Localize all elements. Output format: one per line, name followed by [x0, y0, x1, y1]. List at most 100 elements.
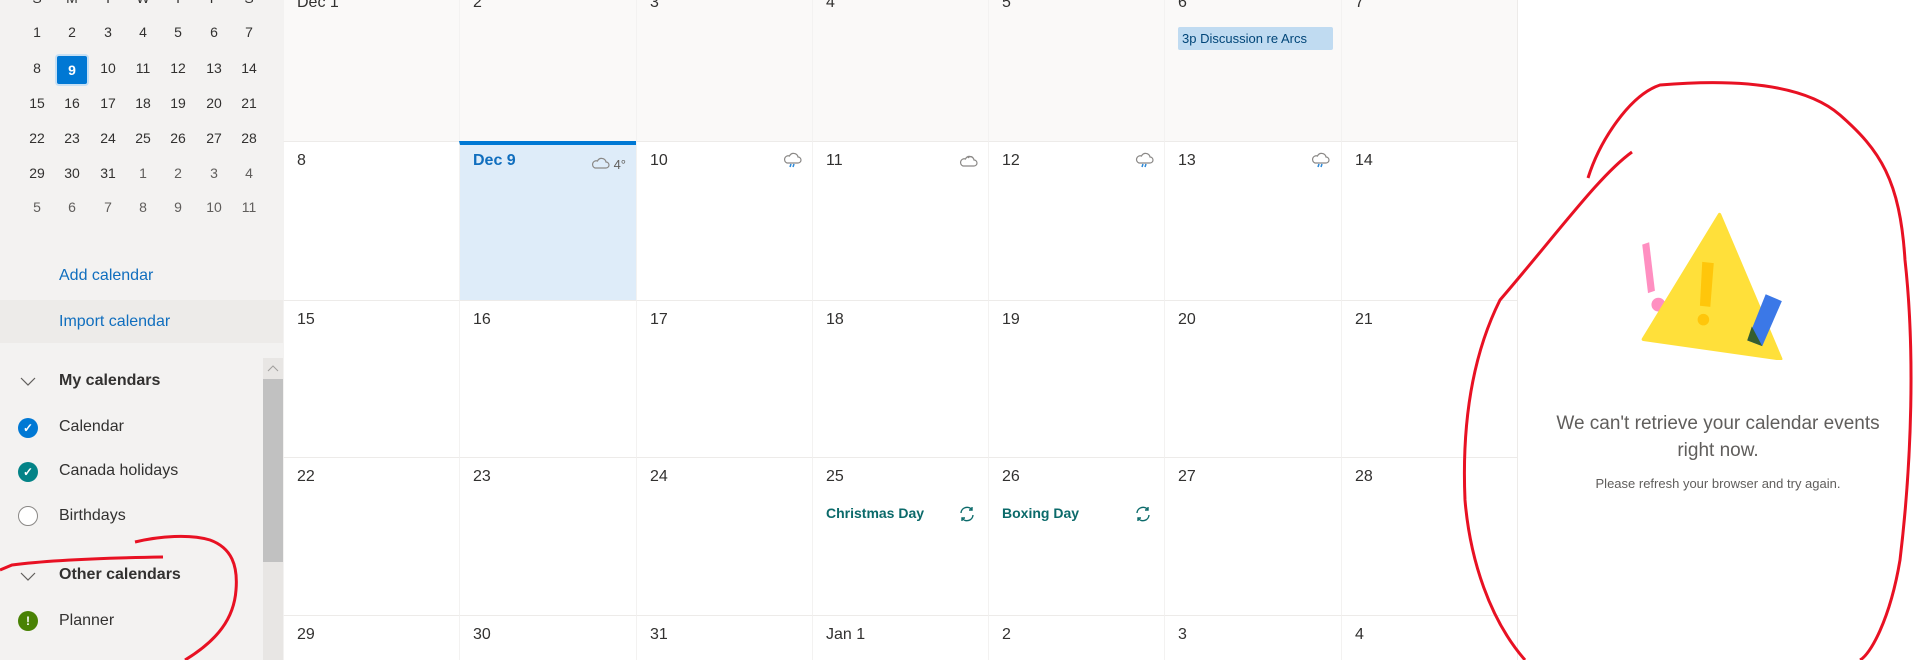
mini-calendar-day[interactable]: 30 [57, 165, 87, 181]
mini-calendar-day[interactable]: 25 [128, 130, 158, 146]
day-cell[interactable]: 21 [1341, 300, 1517, 457]
calendar-item-planner[interactable]: Planner [59, 612, 114, 630]
day-cell[interactable]: 6 3p Discussion re Arcs [1164, 0, 1341, 141]
day-cell[interactable]: 26 Boxing Day [988, 457, 1165, 615]
mini-calendar-day[interactable]: 8 [22, 60, 52, 76]
mini-calendar-day[interactable]: 5 [163, 24, 193, 40]
mini-calendar-day[interactable]: 3 [199, 165, 229, 181]
calendar-item-canada-holidays[interactable]: Canada holidays [59, 462, 178, 480]
mini-calendar-day[interactable]: 3 [93, 24, 123, 40]
day-cell[interactable]: 19 [988, 300, 1165, 457]
mini-calendar-day[interactable]: 9 [163, 199, 193, 215]
mini-calendar-day[interactable]: 11 [234, 199, 264, 215]
day-cell[interactable]: 13 [1164, 141, 1341, 300]
mini-calendar-day[interactable]: 17 [93, 95, 123, 111]
day-cell[interactable]: Dec 9 4° [459, 141, 636, 300]
my-calendars-header[interactable]: My calendars [59, 372, 160, 390]
mini-calendar-day[interactable]: 5 [22, 199, 52, 215]
mini-calendar-day[interactable]: 13 [199, 60, 229, 76]
birthdays-checkbox-icon[interactable] [18, 506, 38, 526]
mini-calendar-day[interactable]: 29 [22, 165, 52, 181]
mini-calendar-day[interactable]: 28 [234, 130, 264, 146]
day-cell[interactable]: 2 [459, 0, 636, 141]
mini-calendar-day[interactable]: 20 [199, 95, 229, 111]
mini-calendar-day[interactable]: 11 [128, 60, 158, 76]
day-cell[interactable]: Jan 1 [812, 615, 989, 660]
day-cell[interactable]: Dec 1 [283, 0, 460, 141]
mini-calendar-day[interactable]: 12 [163, 60, 193, 76]
day-cell[interactable]: 11 [812, 141, 989, 300]
day-cell[interactable]: 20 [1164, 300, 1341, 457]
mini-calendar-day[interactable]: 15 [22, 95, 52, 111]
mini-calendar-day[interactable]: 10 [199, 199, 229, 215]
mini-calendar-day[interactable]: 24 [93, 130, 123, 146]
calendar-item-birthdays[interactable]: Birthdays [59, 507, 126, 525]
mini-calendar-day[interactable]: 21 [234, 95, 264, 111]
holiday-event[interactable]: Boxing Day [1002, 505, 1152, 523]
mini-calendar-day[interactable]: 2 [57, 24, 87, 40]
weather[interactable] [1311, 152, 1331, 170]
day-cell[interactable]: 4 [812, 0, 989, 141]
day-cell[interactable]: 2 [988, 615, 1165, 660]
weather[interactable]: 4° [591, 155, 626, 173]
scroll-up-icon[interactable] [267, 364, 279, 372]
mini-calendar-day[interactable]: 10 [93, 60, 123, 76]
mini-calendar-day[interactable]: 26 [163, 130, 193, 146]
day-cell[interactable]: 4 [1341, 615, 1517, 660]
mini-calendar-day[interactable]: 6 [57, 199, 87, 215]
sidebar-scrollbar[interactable] [263, 358, 283, 660]
day-cell[interactable]: 29 [283, 615, 460, 660]
chevron-down-icon[interactable] [20, 377, 36, 387]
mini-calendar-day[interactable]: 14 [234, 60, 264, 76]
import-calendar-link[interactable]: Import calendar [59, 313, 170, 331]
day-cell[interactable]: 5 [988, 0, 1165, 141]
weather[interactable] [1135, 152, 1155, 170]
day-cell[interactable]: 17 [636, 300, 813, 457]
scrollbar-thumb[interactable] [263, 379, 283, 562]
add-calendar-link[interactable]: Add calendar [59, 267, 153, 285]
mini-calendar-day[interactable]: 2 [163, 165, 193, 181]
day-cell[interactable]: 7 [1341, 0, 1517, 141]
chevron-down-icon[interactable] [20, 572, 36, 582]
weather[interactable] [783, 152, 803, 170]
day-cell[interactable]: 25 Christmas Day [812, 457, 989, 615]
day-cell[interactable]: 30 [459, 615, 636, 660]
day-cell[interactable]: 22 [283, 457, 460, 615]
canada-holidays-checkbox-icon[interactable]: ✓ [18, 462, 38, 482]
day-cell[interactable]: 24 [636, 457, 813, 615]
calendar-event[interactable]: 3p Discussion re Arcs [1178, 27, 1333, 50]
mini-calendar-day[interactable]: 16 [57, 95, 87, 111]
mini-calendar-day[interactable]: 1 [128, 165, 158, 181]
mini-calendar-day[interactable]: 6 [199, 24, 229, 40]
mini-calendar-day[interactable]: 23 [57, 130, 87, 146]
mini-calendar-day[interactable]: 1 [22, 24, 52, 40]
day-cell[interactable]: 3 [1164, 615, 1341, 660]
mini-calendar-day[interactable]: 8 [128, 199, 158, 215]
day-cell[interactable]: 31 [636, 615, 813, 660]
day-cell[interactable]: 16 [459, 300, 636, 457]
mini-calendar-day[interactable]: 27 [199, 130, 229, 146]
day-cell[interactable]: 3 [636, 0, 813, 141]
day-cell[interactable]: 23 [459, 457, 636, 615]
mini-calendar-day[interactable]: 19 [163, 95, 193, 111]
weather[interactable] [959, 152, 979, 170]
day-cell[interactable]: 12 [988, 141, 1165, 300]
day-cell[interactable]: 18 [812, 300, 989, 457]
mini-calendar-day[interactable]: 4 [234, 165, 264, 181]
mini-calendar-day[interactable]: 9 [57, 56, 87, 84]
mini-calendar-day[interactable]: 18 [128, 95, 158, 111]
day-cell[interactable]: 10 [636, 141, 813, 300]
day-cell[interactable]: 27 [1164, 457, 1341, 615]
calendar-item-calendar[interactable]: Calendar [59, 418, 124, 436]
mini-calendar-day[interactable]: 7 [93, 199, 123, 215]
mini-calendar-day[interactable]: 4 [128, 24, 158, 40]
day-cell[interactable]: 28 [1341, 457, 1517, 615]
other-calendars-header[interactable]: Other calendars [59, 566, 181, 584]
mini-calendar-day[interactable]: 31 [93, 165, 123, 181]
holiday-event[interactable]: Christmas Day [826, 505, 976, 523]
day-cell[interactable]: 8 [283, 141, 460, 300]
day-cell[interactable]: 15 [283, 300, 460, 457]
calendar-checkbox-icon[interactable]: ✓ [18, 418, 38, 438]
mini-calendar-day[interactable]: 22 [22, 130, 52, 146]
day-cell[interactable]: 14 [1341, 141, 1517, 300]
